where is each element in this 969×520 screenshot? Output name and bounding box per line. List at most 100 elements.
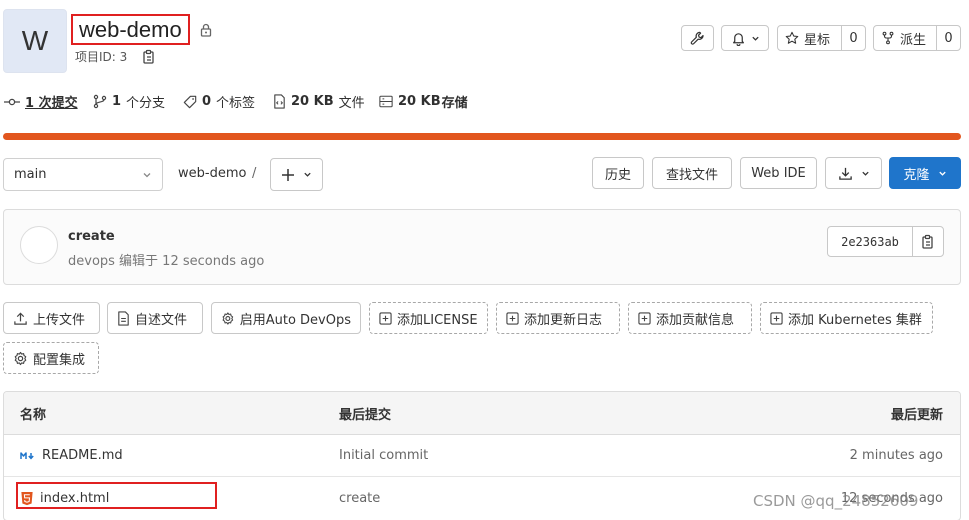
branches-label: 个分支 — [126, 96, 166, 111]
upload-file-label: 上传文件 — [33, 312, 86, 328]
branches-link[interactable]: 1 个分支 — [93, 92, 165, 111]
auto-devops-button[interactable]: 启用Auto DevOps — [211, 302, 361, 334]
file-link-readme[interactable]: README.md — [20, 435, 123, 476]
gear-icon — [14, 351, 27, 365]
commit-meta: devops 编辑于 12 seconds ago — [68, 254, 265, 269]
copy-icon — [922, 234, 933, 249]
add-changelog-button[interactable]: 添加更新日志 — [496, 302, 620, 334]
add-license-label: 添加LICENSE — [397, 312, 478, 328]
fork-icon — [882, 31, 894, 45]
wrench-icon — [690, 31, 704, 45]
add-contributing-label: 添加贡献信息 — [656, 312, 735, 328]
readme-button[interactable]: 自述文件 — [107, 302, 203, 334]
chevron-down-icon — [861, 171, 869, 176]
tags-label: 个标签 — [216, 96, 256, 111]
header-last-commit: 最后提交 — [339, 407, 392, 423]
file-commit-message[interactable]: Initial commit — [339, 435, 428, 476]
download-icon — [838, 167, 852, 180]
commits-link[interactable]: 1 次提交 — [4, 92, 78, 111]
star-button[interactable]: 星标 0 — [777, 25, 866, 51]
project-avatar[interactable]: W — [3, 9, 67, 73]
chevron-down-icon — [938, 171, 946, 176]
files-label: 文件 — [338, 96, 365, 111]
commit-icon — [4, 98, 20, 105]
avatar-letter: W — [21, 25, 49, 56]
star-icon — [785, 31, 799, 44]
bell-icon — [732, 32, 744, 46]
tag-icon — [183, 95, 197, 108]
branch-icon — [93, 94, 107, 109]
markdown-icon — [20, 451, 34, 460]
upload-icon — [14, 311, 27, 325]
branch-name: main — [14, 167, 47, 182]
file-updated-time: 2 minutes ago — [849, 448, 943, 463]
history-label: 历史 — [604, 167, 631, 183]
language-bar[interactable] — [3, 133, 961, 140]
fork-count: 0 — [944, 30, 953, 46]
add-kubernetes-label: 添加 Kubernetes 集群 — [788, 312, 922, 328]
tags-count: 0 — [202, 94, 212, 109]
file-commit-message[interactable]: create — [339, 477, 380, 519]
storage-size: 20 KB — [398, 94, 441, 109]
add-contributing-button[interactable]: 添加贡献信息 — [628, 302, 752, 334]
plus-square-icon — [379, 311, 392, 325]
storage-link[interactable]: 20 KB 存储 — [379, 92, 468, 111]
watermark: CSDN @qq_24852609 — [753, 492, 919, 510]
plus-square-icon — [770, 311, 783, 325]
copy-id-icon[interactable] — [142, 49, 156, 65]
add-license-button[interactable]: 添加LICENSE — [369, 302, 488, 334]
add-changelog-label: 添加更新日志 — [524, 312, 603, 328]
project-title[interactable]: web-demo — [71, 14, 190, 45]
chevron-down-icon — [143, 172, 151, 177]
find-file-label: 查找文件 — [665, 167, 718, 183]
readme-label: 自述文件 — [135, 312, 188, 328]
file-name: README.md — [42, 448, 123, 463]
table-header: 名称 最后提交 最后更新 — [4, 392, 960, 435]
web-ide-button[interactable]: Web IDE — [740, 157, 817, 189]
clone-label: 克隆 — [903, 167, 930, 183]
star-count: 0 — [849, 30, 858, 46]
clone-button[interactable]: 克隆 — [889, 157, 961, 189]
add-kubernetes-button[interactable]: 添加 Kubernetes 集群 — [760, 302, 933, 334]
commit-author-avatar[interactable] — [20, 226, 58, 264]
commit-sha-button[interactable]: 2e2363ab — [827, 226, 944, 257]
files-size: 20 KB — [291, 94, 334, 109]
settings-button[interactable] — [681, 25, 714, 51]
history-button[interactable]: 历史 — [592, 157, 644, 189]
files-link[interactable]: 20 KB 文件 — [273, 92, 365, 111]
table-row[interactable]: README.md Initial commit 2 minutes ago — [4, 435, 960, 477]
web-ide-label: Web IDE — [751, 165, 806, 181]
add-dropdown-button[interactable] — [270, 158, 323, 191]
download-button[interactable] — [825, 157, 882, 189]
commit-sha[interactable]: 2e2363ab — [828, 227, 913, 256]
chevron-down-icon — [304, 172, 311, 177]
chevron-down-icon — [751, 36, 759, 41]
breadcrumb-project[interactable]: web-demo — [178, 166, 246, 181]
notification-button[interactable] — [721, 25, 769, 51]
auto-devops-label: 启用Auto DevOps — [239, 312, 351, 328]
fork-label: 派生 — [900, 32, 927, 48]
annotation-highlight — [16, 482, 217, 509]
branches-count: 1 — [112, 94, 122, 109]
gear-icon — [222, 311, 234, 325]
file-code-icon — [274, 94, 285, 109]
branch-selector[interactable]: main — [3, 158, 163, 191]
find-file-button[interactable]: 查找文件 — [652, 157, 732, 189]
document-icon — [118, 310, 129, 326]
storage-icon — [379, 95, 393, 108]
configure-integrations-label: 配置集成 — [33, 352, 86, 368]
project-id: 项目ID: 3 — [75, 50, 128, 64]
header-name: 名称 — [20, 407, 47, 423]
copy-sha-button[interactable] — [913, 234, 943, 250]
header-last-update: 最后更新 — [890, 407, 943, 423]
configure-integrations-button[interactable]: 配置集成 — [3, 342, 99, 374]
fork-button[interactable]: 派生 0 — [873, 25, 961, 51]
commit-title[interactable]: create — [68, 229, 115, 244]
plus-square-icon — [638, 311, 651, 325]
last-commit-panel — [3, 209, 961, 285]
tags-link[interactable]: 0 个标签 — [183, 92, 255, 111]
plus-square-icon — [506, 311, 519, 325]
breadcrumb-separator: / — [252, 166, 257, 181]
upload-file-button[interactable]: 上传文件 — [3, 302, 100, 334]
commits-count: 1 次提交 — [25, 96, 78, 111]
